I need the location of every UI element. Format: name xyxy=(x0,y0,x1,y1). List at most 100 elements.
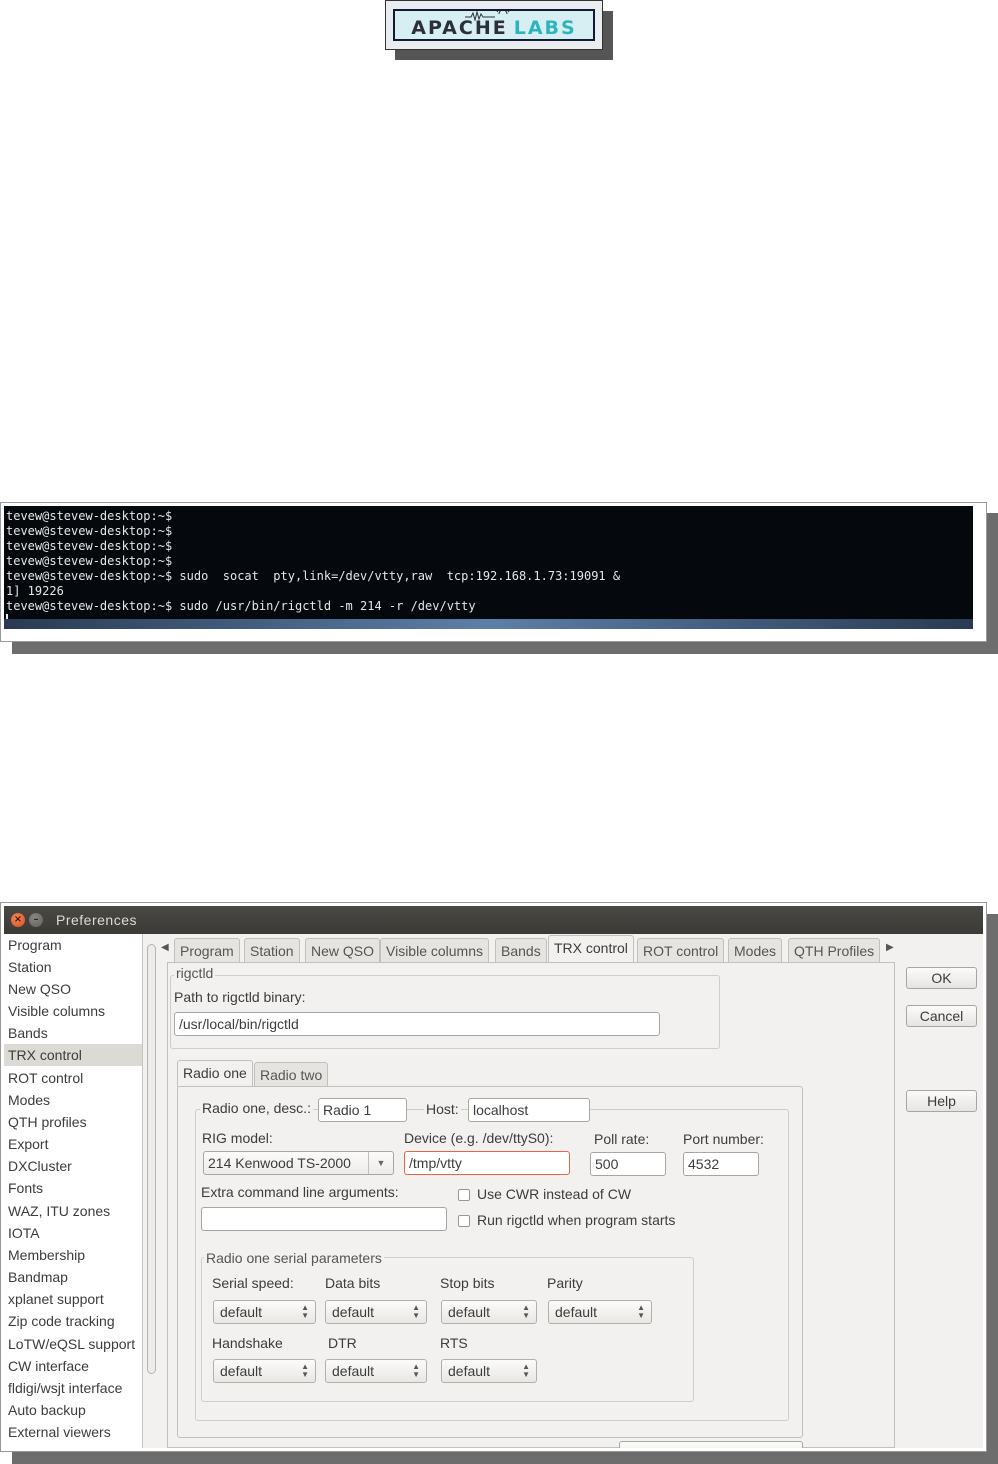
nav-item-bandmap[interactable]: Bandmap xyxy=(8,1266,68,1288)
tab-trx-control[interactable]: TRX control xyxy=(548,935,634,963)
device-label: Device (e.g. /dev/ttyS0): xyxy=(404,1130,554,1146)
serial-speed-value: default xyxy=(220,1304,263,1320)
terminal-output: tevew@stevew-desktop:~$ tevew@stevew-desk… xyxy=(6,509,620,629)
nav-item-zip-code-tracking[interactable]: Zip code tracking xyxy=(8,1310,115,1332)
run-rigctld-checkbox[interactable] xyxy=(458,1215,470,1227)
nav-item-iota[interactable]: IOTA xyxy=(8,1222,40,1244)
spin-arrows-icon: ▲ ▼ xyxy=(301,1362,309,1379)
rig-model-label: RIG model: xyxy=(202,1130,273,1146)
chevron-down-icon[interactable]: ▼ xyxy=(368,1152,393,1174)
rig-model-value: 214 Kenwood TS-2000 xyxy=(208,1155,351,1171)
nav-scrollbar[interactable] xyxy=(145,934,158,1448)
terminal-window[interactable]: tevew@stevew-desktop:~$ tevew@stevew-desk… xyxy=(4,506,973,629)
nav-item-rot-control[interactable]: ROT control xyxy=(8,1067,83,1089)
serial-speed-label: Serial speed: xyxy=(212,1275,294,1291)
data-bits-select[interactable]: default ▲ ▼ xyxy=(325,1300,427,1324)
nav-item-station[interactable]: Station xyxy=(8,956,52,978)
parity-select[interactable]: default ▲ ▼ xyxy=(548,1300,652,1324)
tab-scroll-right-icon[interactable]: ▶ xyxy=(886,942,894,953)
radio-desc-input[interactable]: Radio 1 xyxy=(318,1098,407,1122)
preferences-nav-list: Program Station New QSO Visible columns … xyxy=(4,934,143,1448)
title-bar[interactable]: × – Preferences xyxy=(4,906,983,934)
tab-visible-columns[interactable]: Visible columns xyxy=(380,938,490,962)
nav-item-export[interactable]: Export xyxy=(8,1133,48,1155)
nav-item-modes[interactable]: Modes xyxy=(8,1089,50,1111)
nav-item-cw-interface[interactable]: CW interface xyxy=(8,1355,89,1377)
nav-item-fonts[interactable]: Fonts xyxy=(8,1177,43,1199)
help-button[interactable]: Help xyxy=(906,1090,977,1112)
spin-arrows-icon: ▲ ▼ xyxy=(522,1303,530,1320)
tab-radio-two[interactable]: Radio two xyxy=(254,1062,329,1086)
rts-value: default xyxy=(448,1363,491,1379)
nav-item-xplanet-support[interactable]: xplanet support xyxy=(8,1288,104,1310)
parity-value: default xyxy=(555,1304,598,1320)
dtr-select[interactable]: default ▲ ▼ xyxy=(325,1359,427,1383)
stop-bits-select[interactable]: default ▲ ▼ xyxy=(441,1300,537,1324)
handshake-value: default xyxy=(220,1363,263,1379)
tab-radio-one[interactable]: Radio one xyxy=(177,1060,253,1087)
partial-bottom-button[interactable] xyxy=(619,1441,803,1448)
spin-arrows-icon: ▲ ▼ xyxy=(522,1362,530,1379)
handshake-label: Handshake xyxy=(212,1335,283,1351)
trx-control-panel: rigctld Path to rigctld binary: /usr/loc… xyxy=(167,962,895,1448)
terminal-bottom-glow xyxy=(4,619,973,629)
nav-scrollbar-thumb[interactable] xyxy=(147,944,156,1374)
rts-label: RTS xyxy=(440,1335,468,1351)
tab-rot-control[interactable]: ROT control xyxy=(637,938,725,962)
window-client: Program Station New QSO Visible columns … xyxy=(4,934,983,1448)
tab-program[interactable]: Program xyxy=(174,938,240,962)
host-input[interactable]: localhost xyxy=(468,1098,590,1122)
tab-modes[interactable]: Modes xyxy=(728,938,783,962)
extra-args-input[interactable] xyxy=(201,1207,447,1231)
nav-item-program[interactable]: Program xyxy=(8,934,62,956)
nav-item-visible-columns[interactable]: Visible columns xyxy=(8,1000,105,1022)
spin-arrows-icon: ▲ ▼ xyxy=(412,1362,420,1379)
tab-station[interactable]: Station xyxy=(244,938,300,962)
nav-item-trx-control[interactable]: TRX control xyxy=(4,1044,142,1066)
rigctld-path-input[interactable]: /usr/local/bin/rigctld xyxy=(174,1012,660,1036)
nav-item-new-qso[interactable]: New QSO xyxy=(8,978,71,1000)
run-rigctld-label: Run rigctld when program starts xyxy=(477,1212,676,1228)
nav-item-fldigi-wsjt-interface[interactable]: fldigi/wsjt interface xyxy=(8,1377,122,1399)
nav-item-external-viewers[interactable]: External viewers xyxy=(8,1421,111,1443)
port-number-input[interactable]: 4532 xyxy=(683,1152,759,1176)
handshake-select[interactable]: default ▲ ▼ xyxy=(213,1359,316,1383)
logo-labs: LABS xyxy=(513,17,577,39)
tab-bands[interactable]: Bands xyxy=(495,938,547,962)
nav-item-waz-itu-zones[interactable]: WAZ, ITU zones xyxy=(8,1200,110,1222)
close-icon[interactable]: × xyxy=(11,913,25,927)
dtr-label: DTR xyxy=(328,1335,357,1351)
parity-label: Parity xyxy=(547,1275,583,1291)
spin-arrows-icon: ▲ ▼ xyxy=(301,1303,309,1320)
serial-params-title: Radio one serial parameters xyxy=(204,1250,384,1266)
rts-select[interactable]: default ▲ ▼ xyxy=(441,1359,537,1383)
use-cwr-checkbox[interactable] xyxy=(458,1189,470,1201)
tab-new-qso[interactable]: New QSO xyxy=(305,938,381,962)
terminal-frame: tevew@stevew-desktop:~$ tevew@stevew-desk… xyxy=(0,502,987,642)
nav-item-auto-backup[interactable]: Auto backup xyxy=(8,1399,86,1421)
terminal-line: 1] 19226 xyxy=(6,584,64,598)
spin-arrows-icon: ▲ ▼ xyxy=(637,1303,645,1320)
tab-scroll-left-icon[interactable]: ◀ xyxy=(161,942,169,953)
nav-item-lotw-eqsl-support[interactable]: LoTW/eQSL support xyxy=(8,1333,135,1355)
nav-item-bands[interactable]: Bands xyxy=(8,1022,48,1044)
ok-button[interactable]: OK xyxy=(906,967,977,989)
nav-item-dxcluster[interactable]: DXCluster xyxy=(8,1155,72,1177)
serial-speed-select[interactable]: default ▲ ▼ xyxy=(213,1300,316,1324)
terminal-line: tevew@stevew-desktop:~$ xyxy=(6,524,173,538)
terminal-line: tevew@stevew-desktop:~$ sudo socat pty,l… xyxy=(6,569,621,583)
data-bits-label: Data bits xyxy=(325,1275,381,1291)
apache-labs-logo: APACHE LABS xyxy=(385,0,603,50)
spin-arrows-icon: ▲ ▼ xyxy=(412,1303,420,1320)
device-input[interactable]: /tmp/vtty xyxy=(404,1151,570,1175)
nav-item-membership[interactable]: Membership xyxy=(8,1244,85,1266)
terminal-line: tevew@stevew-desktop:~$ sudo /usr/bin/ri… xyxy=(6,599,476,613)
minimize-icon[interactable]: – xyxy=(29,913,43,927)
nav-item-qth-profiles[interactable]: QTH profiles xyxy=(8,1111,87,1133)
poll-rate-input[interactable]: 500 xyxy=(590,1152,666,1176)
extra-args-label: Extra command line arguments: xyxy=(201,1184,399,1200)
tab-qth-profiles[interactable]: QTH Profiles xyxy=(788,938,881,962)
cancel-button[interactable]: Cancel xyxy=(906,1005,977,1027)
poll-rate-label: Poll rate: xyxy=(594,1131,650,1147)
rig-model-select[interactable]: 214 Kenwood TS-2000 ▼ xyxy=(203,1151,394,1175)
